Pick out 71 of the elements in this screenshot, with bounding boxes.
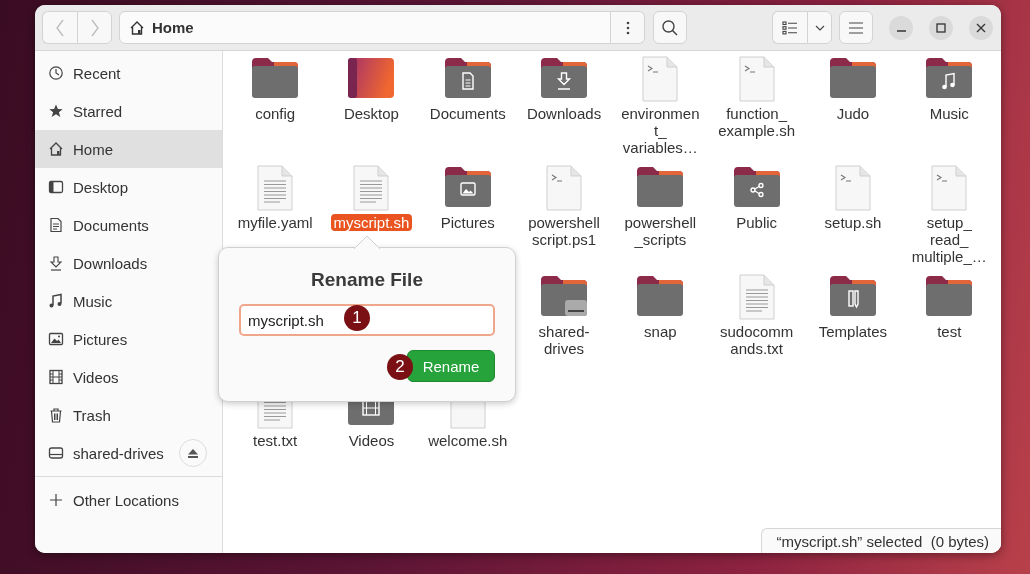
file-name[interactable]: function_ example.sh (715, 105, 798, 139)
sidebar-item[interactable]: Documents (35, 206, 222, 244)
list-icon (782, 20, 798, 35)
maximize-icon (936, 22, 946, 33)
vertical-dots-icon (625, 20, 630, 35)
file-name[interactable]: Downloads (523, 105, 605, 122)
clock-icon (48, 65, 64, 81)
path-label: Home (152, 19, 194, 36)
eject-button[interactable] (179, 439, 207, 467)
trash-icon (48, 407, 64, 423)
file-name[interactable]: myfile.yaml (234, 214, 316, 231)
desktop-icon (48, 179, 64, 195)
search-button[interactable] (653, 11, 687, 44)
file-name[interactable]: Documents (426, 105, 509, 122)
popover-title: Rename File (310, 268, 424, 292)
file-name[interactable]: Templates (815, 323, 891, 340)
search-icon (661, 18, 679, 37)
file-name[interactable]: powershell script.ps1 (525, 214, 603, 248)
sidebar-item[interactable]: Starred (35, 92, 222, 130)
chevron-left-icon (55, 18, 65, 37)
sidebar-item[interactable]: Downloads (35, 244, 222, 282)
star-icon (48, 103, 64, 119)
close-button[interactable] (969, 15, 993, 40)
file-name[interactable]: Music (926, 105, 972, 122)
minimize-button[interactable] (889, 15, 913, 40)
eject-icon (188, 448, 198, 458)
caret-icon (814, 24, 825, 31)
sidebar-item[interactable]: Desktop (35, 168, 222, 206)
menu-icon (848, 21, 864, 34)
file-name[interactable]: test.txt (250, 432, 301, 449)
file-name[interactable]: config (252, 105, 299, 122)
file-name[interactable]: Judo (833, 105, 873, 122)
drive-icon (48, 445, 64, 461)
sidebar-item[interactable]: Other Locations (35, 481, 222, 519)
maximize-button[interactable] (929, 15, 953, 40)
path-bar[interactable]: Home (119, 11, 611, 44)
file-name[interactable]: sudocomm ands.txt (716, 323, 797, 357)
file-name[interactable]: myscript.sh (330, 214, 413, 231)
sidebar-item[interactable]: shared-drives (35, 434, 222, 472)
file-name[interactable]: setup_ read_ multiple_… (908, 214, 990, 265)
file-name[interactable]: setup.sh (821, 214, 885, 231)
sidebar-item[interactable]: Music (35, 282, 222, 320)
chevron-right-icon (89, 18, 100, 37)
file-name[interactable]: environmen t_ variables… (618, 105, 703, 156)
file-name[interactable]: powershell _scripts (621, 214, 700, 248)
file-name[interactable]: Public (733, 214, 781, 231)
music-note-icon (48, 293, 64, 309)
file-name[interactable]: test (934, 323, 965, 340)
home-icon (129, 19, 145, 36)
list-view-button[interactable] (772, 11, 807, 44)
sidebar-item[interactable]: Trash (35, 396, 222, 434)
status-bar: “myscript.sh” selected (0 bytes) (761, 528, 1001, 553)
file-name[interactable]: shared- drives (535, 323, 593, 357)
plus-icon (48, 492, 64, 508)
sidebar-item[interactable]: Home (35, 130, 222, 168)
minimize-icon (896, 30, 906, 32)
sidebar-item[interactable]: Recent (35, 54, 222, 92)
document-icon (48, 217, 64, 233)
file-name[interactable]: Pictures (437, 214, 498, 231)
film-icon (48, 369, 64, 385)
file-name[interactable]: Desktop (340, 105, 402, 122)
download-icon (48, 255, 64, 271)
step-badge: 2 (387, 354, 413, 380)
sidebar-item[interactable]: Pictures (35, 320, 222, 358)
sidebar-item[interactable]: Videos (35, 358, 222, 396)
picture-icon (48, 331, 64, 347)
file-name[interactable]: Videos (345, 432, 398, 449)
home-icon (48, 141, 64, 157)
file-name[interactable]: welcome.sh (425, 432, 511, 449)
file-name[interactable]: snap (641, 323, 680, 340)
close-icon (976, 22, 986, 33)
